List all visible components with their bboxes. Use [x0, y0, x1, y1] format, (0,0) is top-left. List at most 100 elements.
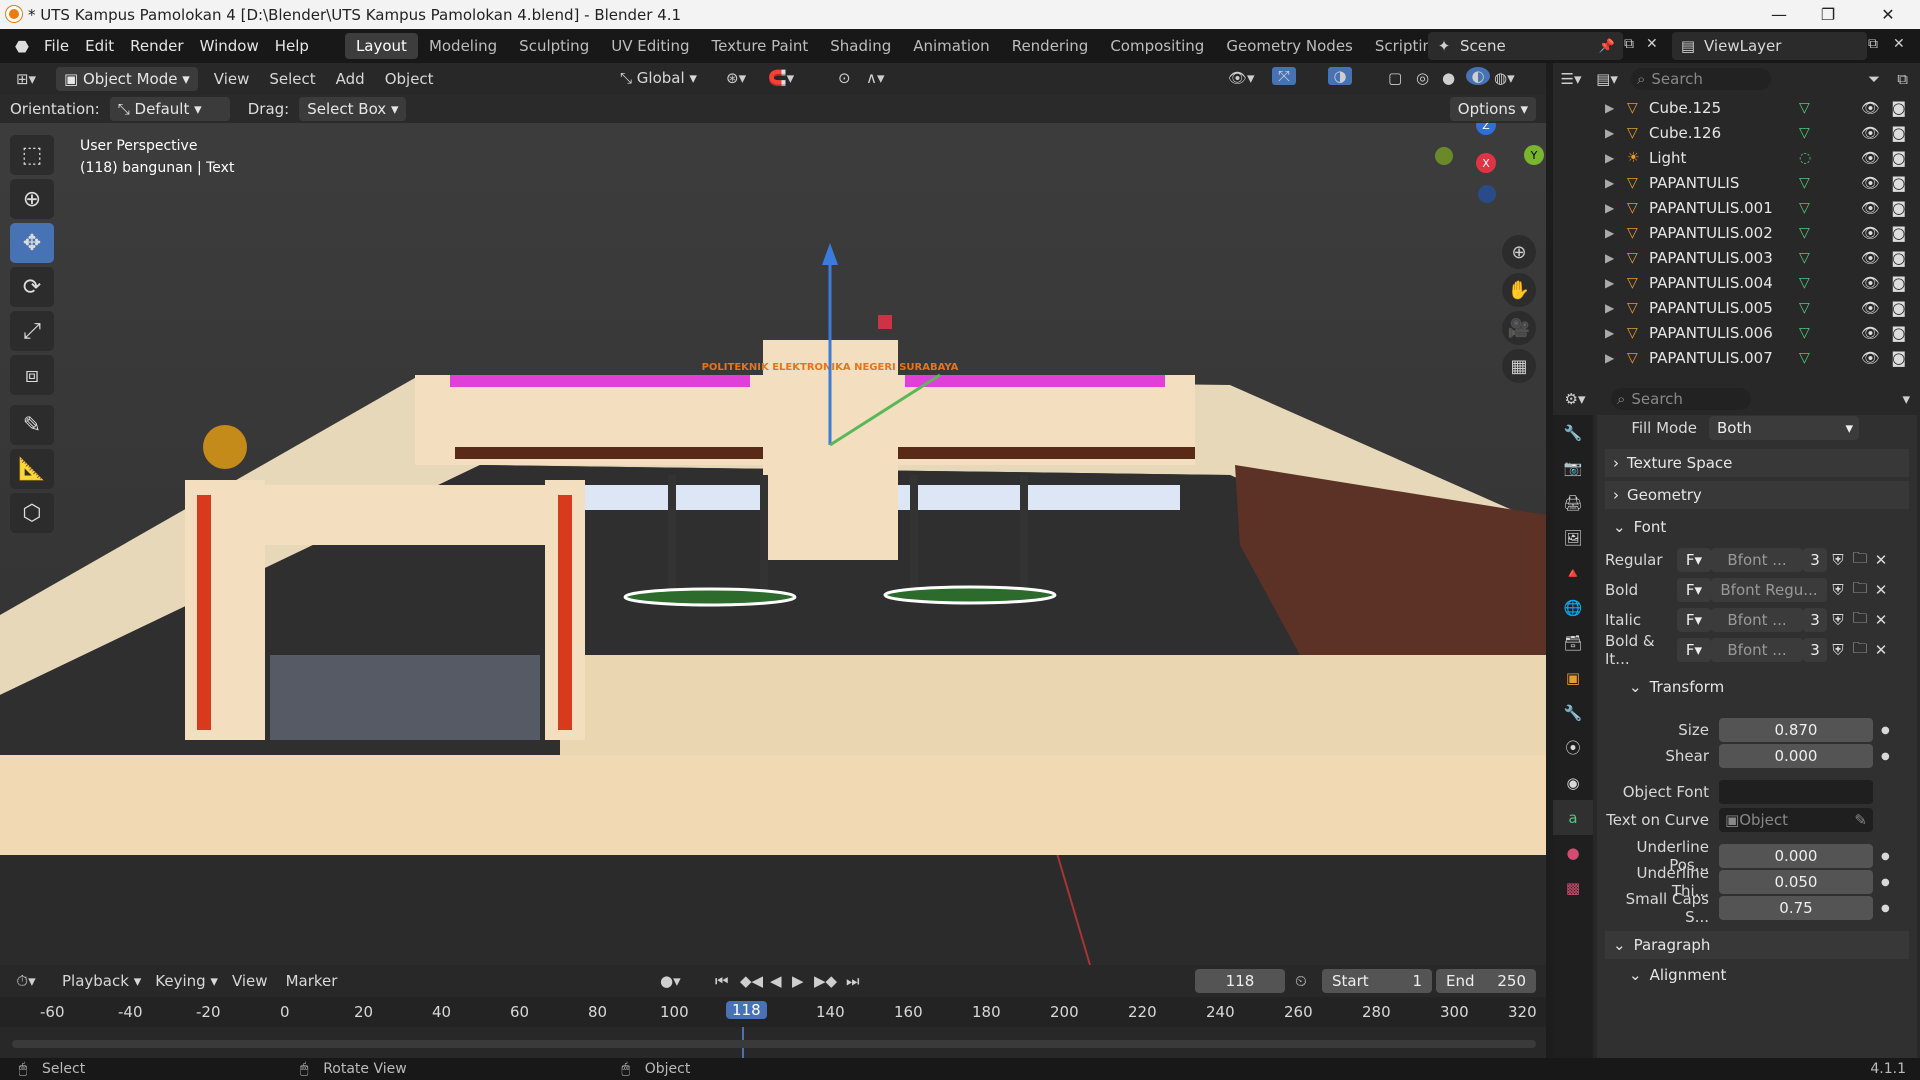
visibility-icon[interactable]: 👁▾ — [1228, 69, 1255, 87]
timeline-menu-marker[interactable]: Marker — [286, 972, 338, 990]
tool-tab-icon[interactable]: 🔧 — [1553, 415, 1593, 450]
keyframe-dot-icon[interactable]: ● — [1881, 751, 1890, 762]
filter-icon[interactable]: ⏷ — [1868, 70, 1880, 88]
texture-tab-icon[interactable]: ▩ — [1553, 870, 1593, 905]
outliner-row[interactable]: ▶ ▽ Cube.126 ▽ 👁 ◙ — [1553, 120, 1920, 145]
timeline-scrollbar[interactable] — [12, 1040, 1536, 1048]
proportional-edit-icon[interactable]: ⊙ — [838, 69, 851, 87]
properties-search[interactable]: ⌕ Search — [1611, 388, 1751, 410]
menu-select[interactable]: Select — [269, 70, 315, 88]
mesh-data-icon[interactable]: ▽ — [1799, 125, 1810, 141]
mesh-data-icon[interactable]: ▽ — [1799, 325, 1810, 341]
mesh-data-icon[interactable]: ▽ — [1799, 275, 1810, 291]
expand-icon[interactable]: ▶ — [1605, 351, 1627, 365]
pivot-icon[interactable]: ⊛▾ — [726, 69, 746, 87]
outliner-row[interactable]: ▶ ▽ PAPANTULIS.007 ▽ 👁 ◙ — [1553, 345, 1920, 370]
menu-help[interactable]: Help — [267, 37, 317, 55]
outliner-row[interactable]: ▶ ▽ PAPANTULIS.005 ▽ 👁 ◙ — [1553, 295, 1920, 320]
folder-icon[interactable]: 🗀 — [1849, 638, 1871, 663]
snap-icon[interactable]: 🧲▾ — [768, 69, 794, 87]
rotate-tool[interactable]: ⟳ — [10, 267, 54, 307]
tab-layout[interactable]: Layout — [344, 33, 418, 59]
tab-uv-editing[interactable]: UV Editing — [600, 33, 700, 59]
outliner-row[interactable]: ▶ ▽ PAPANTULIS.006 ▽ 👁 ◙ — [1553, 320, 1920, 345]
scale-tool[interactable]: ⤢ — [10, 311, 54, 351]
unlink-icon[interactable]: ✕ — [1871, 611, 1891, 629]
outliner-editor-icon[interactable]: ☰▾ — [1553, 70, 1589, 88]
cursor-tool[interactable]: ⊕ — [10, 179, 54, 219]
collection-tab-icon[interactable]: 🗃 — [1553, 625, 1593, 660]
fake-user-icon[interactable]: ⛨ — [1827, 611, 1849, 629]
expand-icon[interactable]: ▶ — [1605, 101, 1627, 115]
mesh-data-icon[interactable]: ▽ — [1799, 225, 1810, 241]
start-frame-field[interactable]: Start 1 — [1322, 969, 1432, 993]
text-on-curve-field[interactable]: ▣ Object ✎ — [1719, 808, 1873, 832]
panel-paragraph[interactable]: ⌄ Paragraph — [1605, 931, 1909, 959]
mesh-data-icon[interactable]: ▽ — [1799, 350, 1810, 366]
play-reverse-icon[interactable]: ◀ — [770, 972, 782, 990]
view-layer-selector[interactable]: ▤ ViewLayer — [1672, 32, 1867, 60]
navigation-gizmo[interactable]: Z Y X — [1430, 115, 1544, 215]
outliner-row[interactable]: ▶ ▽ PAPANTULIS.004 ▽ 👁 ◙ — [1553, 270, 1920, 295]
world-tab-icon[interactable]: 🌐 — [1553, 590, 1593, 625]
mesh-data-icon[interactable]: ▽ — [1799, 100, 1810, 116]
editor-type-icon[interactable]: ⊞▾ — [6, 70, 46, 88]
current-frame-field[interactable]: 118 — [1195, 969, 1285, 993]
object-tab-icon[interactable]: ▣ — [1553, 660, 1593, 695]
eye-icon[interactable]: 👁 — [1861, 199, 1880, 217]
gizmo-toggle-icon[interactable]: ⤧ — [1272, 67, 1296, 85]
new-scene-icon[interactable]: ⧉ — [1624, 36, 1634, 52]
underline-thi-field[interactable]: 0.050 — [1719, 870, 1873, 894]
tab-compositing[interactable]: Compositing — [1099, 33, 1215, 59]
eye-icon[interactable]: 👁 — [1861, 249, 1880, 267]
maximize-button[interactable]: ❐ — [1800, 0, 1856, 29]
ortho-grid-icon[interactable]: ▦ — [1502, 349, 1536, 383]
end-frame-field[interactable]: End 250 — [1436, 969, 1536, 993]
panel-transform[interactable]: ⌄ Transform — [1621, 673, 1909, 701]
tab-geometry-nodes[interactable]: Geometry Nodes — [1215, 33, 1364, 59]
next-keyframe-icon[interactable]: ▶◆ — [814, 972, 837, 990]
expand-icon[interactable]: ▶ — [1605, 126, 1627, 140]
font-bold-value[interactable]: Bfont Regu... — [1711, 578, 1827, 602]
expand-icon[interactable]: ▶ — [1605, 201, 1627, 215]
minimize-button[interactable]: — — [1751, 0, 1807, 29]
xray-icon[interactable]: ▢ — [1388, 69, 1402, 87]
properties-options-icon[interactable]: ▾ — [1902, 390, 1910, 408]
camera-icon[interactable]: ◙ — [1891, 149, 1906, 167]
material-shading-icon[interactable]: ◐ — [1466, 67, 1490, 85]
text-data-tab-icon[interactable]: a — [1553, 800, 1593, 835]
overlay-toggle-icon[interactable]: ◑ — [1328, 67, 1352, 85]
camera-icon[interactable]: ◙ — [1891, 124, 1906, 142]
fake-user-icon[interactable]: ⛨ — [1827, 551, 1849, 569]
font-regular-value[interactable]: Bfont ... — [1711, 548, 1803, 572]
eye-icon[interactable]: 👁 — [1861, 299, 1880, 317]
render-tab-icon[interactable]: 📷 — [1553, 450, 1593, 485]
outliner-row[interactable]: ▶ ▽ PAPANTULIS.002 ▽ 👁 ◙ — [1553, 220, 1920, 245]
modifier-tab-icon[interactable]: 🔧 — [1553, 695, 1593, 730]
expand-icon[interactable]: ▶ — [1605, 151, 1627, 165]
new-view-layer-icon[interactable]: ⧉ — [1868, 36, 1878, 52]
rendered-shading-icon[interactable]: ◍▾ — [1494, 69, 1515, 87]
menu-render[interactable]: Render — [122, 37, 191, 55]
tab-texture-paint[interactable]: Texture Paint — [700, 33, 819, 59]
font-browse-icon[interactable]: F▾ — [1677, 548, 1711, 572]
gizmo-neg-z-axis[interactable] — [1478, 185, 1496, 203]
outliner-row[interactable]: ▶ ▽ PAPANTULIS ▽ 👁 ◙ — [1553, 170, 1920, 195]
folder-icon[interactable]: 🗀 — [1849, 548, 1871, 573]
falloff-icon[interactable]: ∧▾ — [866, 69, 885, 87]
panel-texture-space[interactable]: › Texture Space — [1605, 449, 1909, 477]
eye-icon[interactable]: 👁 — [1861, 274, 1880, 292]
gizmo-y-axis[interactable]: Y — [1524, 145, 1544, 165]
material-tab-icon[interactable]: ● — [1553, 835, 1593, 870]
expand-icon[interactable]: ▶ — [1605, 176, 1627, 190]
keyframe-dot-icon[interactable]: ● — [1881, 725, 1890, 736]
font-browse-icon[interactable]: F▾ — [1677, 608, 1711, 632]
pan-hand-icon[interactable]: ✋ — [1502, 273, 1536, 307]
camera-icon[interactable]: ◙ — [1891, 324, 1906, 342]
tab-rendering[interactable]: Rendering — [1001, 33, 1100, 59]
light-data-icon[interactable]: ◌ — [1799, 150, 1811, 166]
panel-font[interactable]: ⌄ Font — [1605, 513, 1909, 541]
font-browse-icon[interactable]: F▾ — [1677, 578, 1711, 602]
timeline-menu-playback[interactable]: Playback ▾ — [62, 972, 141, 990]
underline-pos-field[interactable]: 0.000 — [1719, 844, 1873, 868]
